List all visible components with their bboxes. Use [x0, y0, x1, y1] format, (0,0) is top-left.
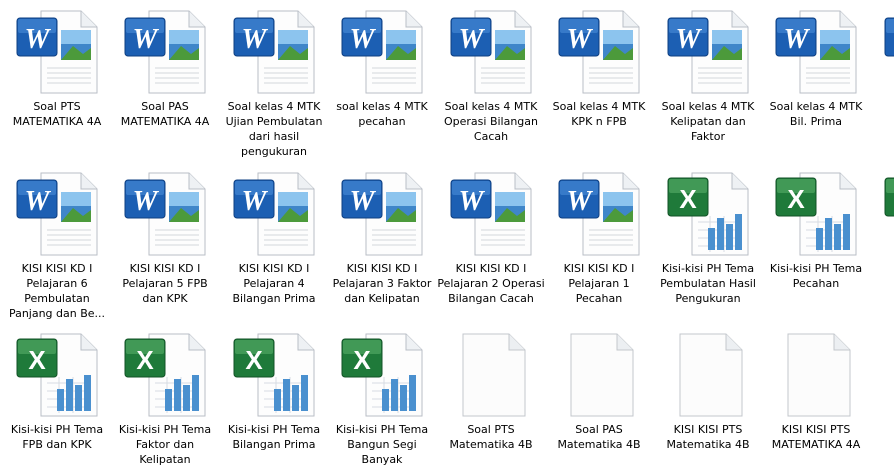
- word-document-icon: W: [338, 8, 426, 96]
- file-label: soal kelas 4 MTK pecahan: [336, 100, 428, 128]
- blank-file-icon: [664, 331, 752, 419]
- excel-spreadsheet-icon: X: [338, 331, 426, 419]
- svg-text:W: W: [242, 186, 269, 217]
- word-document-icon: W: [664, 8, 752, 96]
- svg-text:X: X: [136, 345, 154, 375]
- svg-text:W: W: [242, 24, 269, 55]
- file-label: Soal PAS MATEMATIKA 4A: [120, 100, 210, 128]
- svg-text:X: X: [353, 345, 371, 375]
- word-document-icon: W: [230, 170, 318, 258]
- svg-text:W: W: [784, 24, 811, 55]
- file-label: Kisi-kisi PH Tema Bangun Segi Banyak: [335, 423, 429, 466]
- word-document-icon: W: [121, 8, 209, 96]
- word-document-icon: W: [338, 170, 426, 258]
- file-label: KISI KISI KD I Pelajaran 3 Faktor dan Ke…: [332, 262, 432, 305]
- word-document-icon: W: [555, 8, 643, 96]
- svg-text:W: W: [350, 24, 377, 55]
- file-label: Soal PAS Matematika 4B: [557, 423, 641, 451]
- file-label: KISI KISI KD I Pelajaran 4 Bilangan Prim…: [232, 262, 316, 305]
- svg-text:X: X: [787, 184, 805, 214]
- file-label: Soal PTS MATEMATIKA 4A: [12, 100, 102, 128]
- svg-text:W: W: [567, 186, 594, 217]
- excel-spreadsheet-icon: X: [13, 331, 101, 419]
- file-label: Kisi... Op...: [871, 261, 894, 276]
- svg-text:W: W: [133, 186, 160, 217]
- word-document-icon: W: [13, 170, 101, 258]
- file-label: Kisi-kisi PH Tema Pecahan: [769, 262, 863, 290]
- svg-text:W: W: [133, 24, 160, 55]
- word-document-icon: W: [881, 8, 894, 96]
- blank-file-icon: [881, 331, 894, 419]
- svg-text:X: X: [245, 345, 263, 375]
- file-label: Soal kelas 4 MTK Operasi Bilangan Cacah: [443, 100, 539, 143]
- svg-text:X: X: [679, 184, 697, 214]
- file-label: KISI KISI KD I Pelajaran 2 Operasi Bilan…: [437, 262, 545, 305]
- file-label: Soal kelas 4 MTK Bil. Prima: [769, 100, 863, 128]
- svg-text:W: W: [676, 24, 703, 55]
- svg-text:W: W: [459, 186, 486, 217]
- word-document-icon: W: [447, 8, 535, 96]
- svg-text:W: W: [350, 186, 377, 217]
- file-label: Soal kelas 4 MTK Kelipatan dan Faktor: [661, 100, 755, 143]
- word-document-icon: W: [121, 170, 209, 258]
- excel-spreadsheet-icon: X: [230, 331, 318, 419]
- svg-text:W: W: [25, 186, 52, 217]
- file-label: Kisi-kisi PH Tema Pembulatan Hasil Pengu…: [660, 262, 756, 305]
- word-document-icon: W: [447, 170, 535, 258]
- svg-text:W: W: [25, 24, 52, 55]
- file-label: K... M...: [871, 422, 894, 437]
- file-label: KISI KISI KD I Pelajaran 5 FPB dan KPK: [122, 262, 208, 305]
- file-label: Soal PTS Matematika 4B: [449, 423, 533, 451]
- excel-spreadsheet-icon: X: [121, 331, 209, 419]
- svg-text:X: X: [28, 345, 46, 375]
- file-label: KISI KISI KD I Pelajaran 6 Pembulatan Pa…: [8, 262, 106, 320]
- excel-spreadsheet-icon: X: [881, 170, 894, 258]
- word-document-icon: W: [13, 8, 101, 96]
- blank-file-icon: [447, 331, 535, 419]
- word-document-icon: W: [772, 8, 860, 96]
- file-label: Soal kelas 4 MTK KPK n FPB: [552, 100, 646, 128]
- blank-file-icon: [555, 331, 643, 419]
- svg-text:W: W: [567, 24, 594, 55]
- excel-spreadsheet-icon: X: [664, 170, 752, 258]
- file-label: KISI KISI PTS Matematika 4B: [666, 423, 750, 451]
- word-document-icon: W: [230, 8, 318, 96]
- file-label: KISI KISI PTS MATEMATIKA 4A: [771, 423, 861, 451]
- file-label: K... B...: [871, 99, 894, 114]
- word-document-icon: W: [555, 170, 643, 258]
- blank-file-icon: [772, 331, 860, 419]
- file-label: KISI KISI KD I Pelajaran 1 Pecahan: [563, 262, 635, 305]
- file-label: Kisi-kisi PH Tema FPB dan KPK: [10, 423, 104, 451]
- file-label: Kisi-kisi PH Tema Faktor dan Kelipatan: [118, 423, 212, 466]
- svg-text:W: W: [459, 24, 486, 55]
- file-label: Kisi-kisi PH Tema Bilangan Prima: [227, 423, 321, 451]
- excel-spreadsheet-icon: X: [772, 170, 860, 258]
- file-label: Soal kelas 4 MTK Ujian Pembulatan dari h…: [225, 100, 323, 158]
- file-grid: W Soal PTS MATEMATIKA 4A W Soal PAS MATE…: [0, 0, 894, 469]
